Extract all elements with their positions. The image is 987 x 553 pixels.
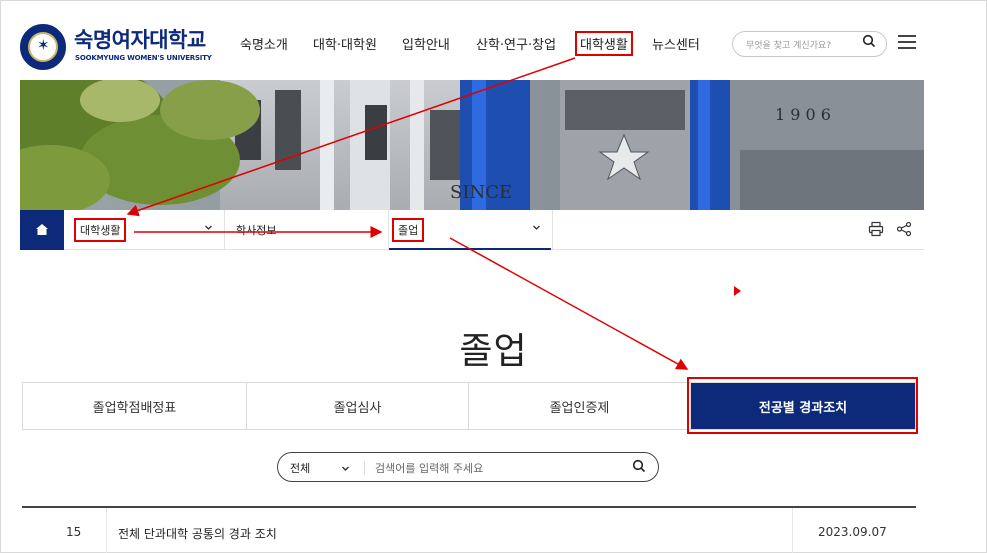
print-icon[interactable] bbox=[868, 221, 884, 237]
header-search-input[interactable]: 무엇을 찾고 계신가요? bbox=[732, 31, 887, 57]
star-icon: ✶ bbox=[37, 36, 50, 54]
brand-name[interactable]: 숙명여자대학교 bbox=[74, 24, 206, 54]
nav-item-admission[interactable]: 입학안내 bbox=[402, 34, 450, 53]
search-category-select[interactable]: 전체 bbox=[290, 460, 310, 476]
home-button[interactable] bbox=[20, 210, 64, 250]
breadcrumb-divider bbox=[224, 210, 225, 250]
tab-graduation-review[interactable]: 졸업심사 bbox=[247, 383, 469, 429]
breadcrumb-item-graduation[interactable]: 졸업 bbox=[391, 218, 425, 242]
list-item-number: 15 bbox=[66, 525, 82, 539]
breadcrumb-divider bbox=[552, 210, 553, 250]
annotation-highlight-box bbox=[687, 377, 918, 434]
search-icon[interactable] bbox=[862, 34, 876, 48]
search-input[interactable]: 검색어를 입력해 주세요 bbox=[375, 460, 483, 476]
row-divider bbox=[792, 508, 793, 553]
board-search: 전체 검색어를 입력해 주세요 bbox=[277, 452, 659, 482]
tab-graduation-certification[interactable]: 졸업인증제 bbox=[469, 383, 691, 429]
banner-year-text: 1 9 0 6 bbox=[775, 105, 831, 124]
breadcrumb: 대학생활 학사정보 졸업 bbox=[20, 210, 924, 250]
site-header: ✶ 숙명여자대학교 SOOKMYUNG WOMEN'S UNIVERSITY 숙… bbox=[20, 18, 920, 72]
breadcrumb-active-underline bbox=[389, 248, 551, 250]
tab-graduation-credits[interactable]: 졸업학점배정표 bbox=[23, 383, 247, 429]
nav-item-news[interactable]: 뉴스센터 bbox=[652, 34, 700, 53]
list-item[interactable]: 15 전체 단과대학 공통의 경과 조치 2023.09.07 bbox=[22, 508, 916, 553]
banner-since-text: SINCE bbox=[450, 182, 512, 203]
building-photo: SINCE 1 9 0 6 bbox=[20, 80, 924, 210]
list-item-title[interactable]: 전체 단과대학 공통의 경과 조치 bbox=[118, 525, 277, 542]
breadcrumb-item-academic-info[interactable]: 학사정보 bbox=[236, 222, 276, 238]
share-icon[interactable] bbox=[896, 221, 912, 237]
chevron-down-icon[interactable] bbox=[204, 223, 213, 232]
breadcrumb-divider bbox=[388, 210, 389, 250]
nav-item-research[interactable]: 산학·연구·창업 bbox=[476, 34, 556, 53]
breadcrumb-item-campus-life[interactable]: 대학생활 bbox=[73, 218, 127, 242]
chevron-down-icon[interactable] bbox=[341, 464, 350, 473]
hero-banner: SINCE 1 9 0 6 bbox=[20, 80, 924, 210]
brand-subtitle: SOOKMYUNG WOMEN'S UNIVERSITY bbox=[75, 54, 212, 62]
hamburger-menu-icon[interactable] bbox=[898, 35, 916, 49]
header-search-placeholder: 무엇을 찾고 계신가요? bbox=[746, 41, 832, 51]
nav-item-about[interactable]: 숙명소개 bbox=[240, 34, 288, 53]
logo-emblem: ✶ bbox=[28, 32, 58, 62]
nav-item-campus-life[interactable]: 대학생활 bbox=[575, 31, 633, 56]
row-divider bbox=[106, 508, 107, 553]
list-item-date: 2023.09.07 bbox=[818, 525, 887, 539]
annotation-marker bbox=[734, 286, 741, 296]
search-icon[interactable] bbox=[632, 459, 646, 473]
nav-item-colleges[interactable]: 대학·대학원 bbox=[313, 34, 377, 53]
home-icon bbox=[36, 224, 48, 235]
university-logo[interactable]: ✶ bbox=[20, 24, 66, 70]
search-divider bbox=[364, 461, 365, 475]
chevron-down-icon[interactable] bbox=[532, 223, 541, 232]
page-title: 졸업 bbox=[459, 331, 528, 372]
